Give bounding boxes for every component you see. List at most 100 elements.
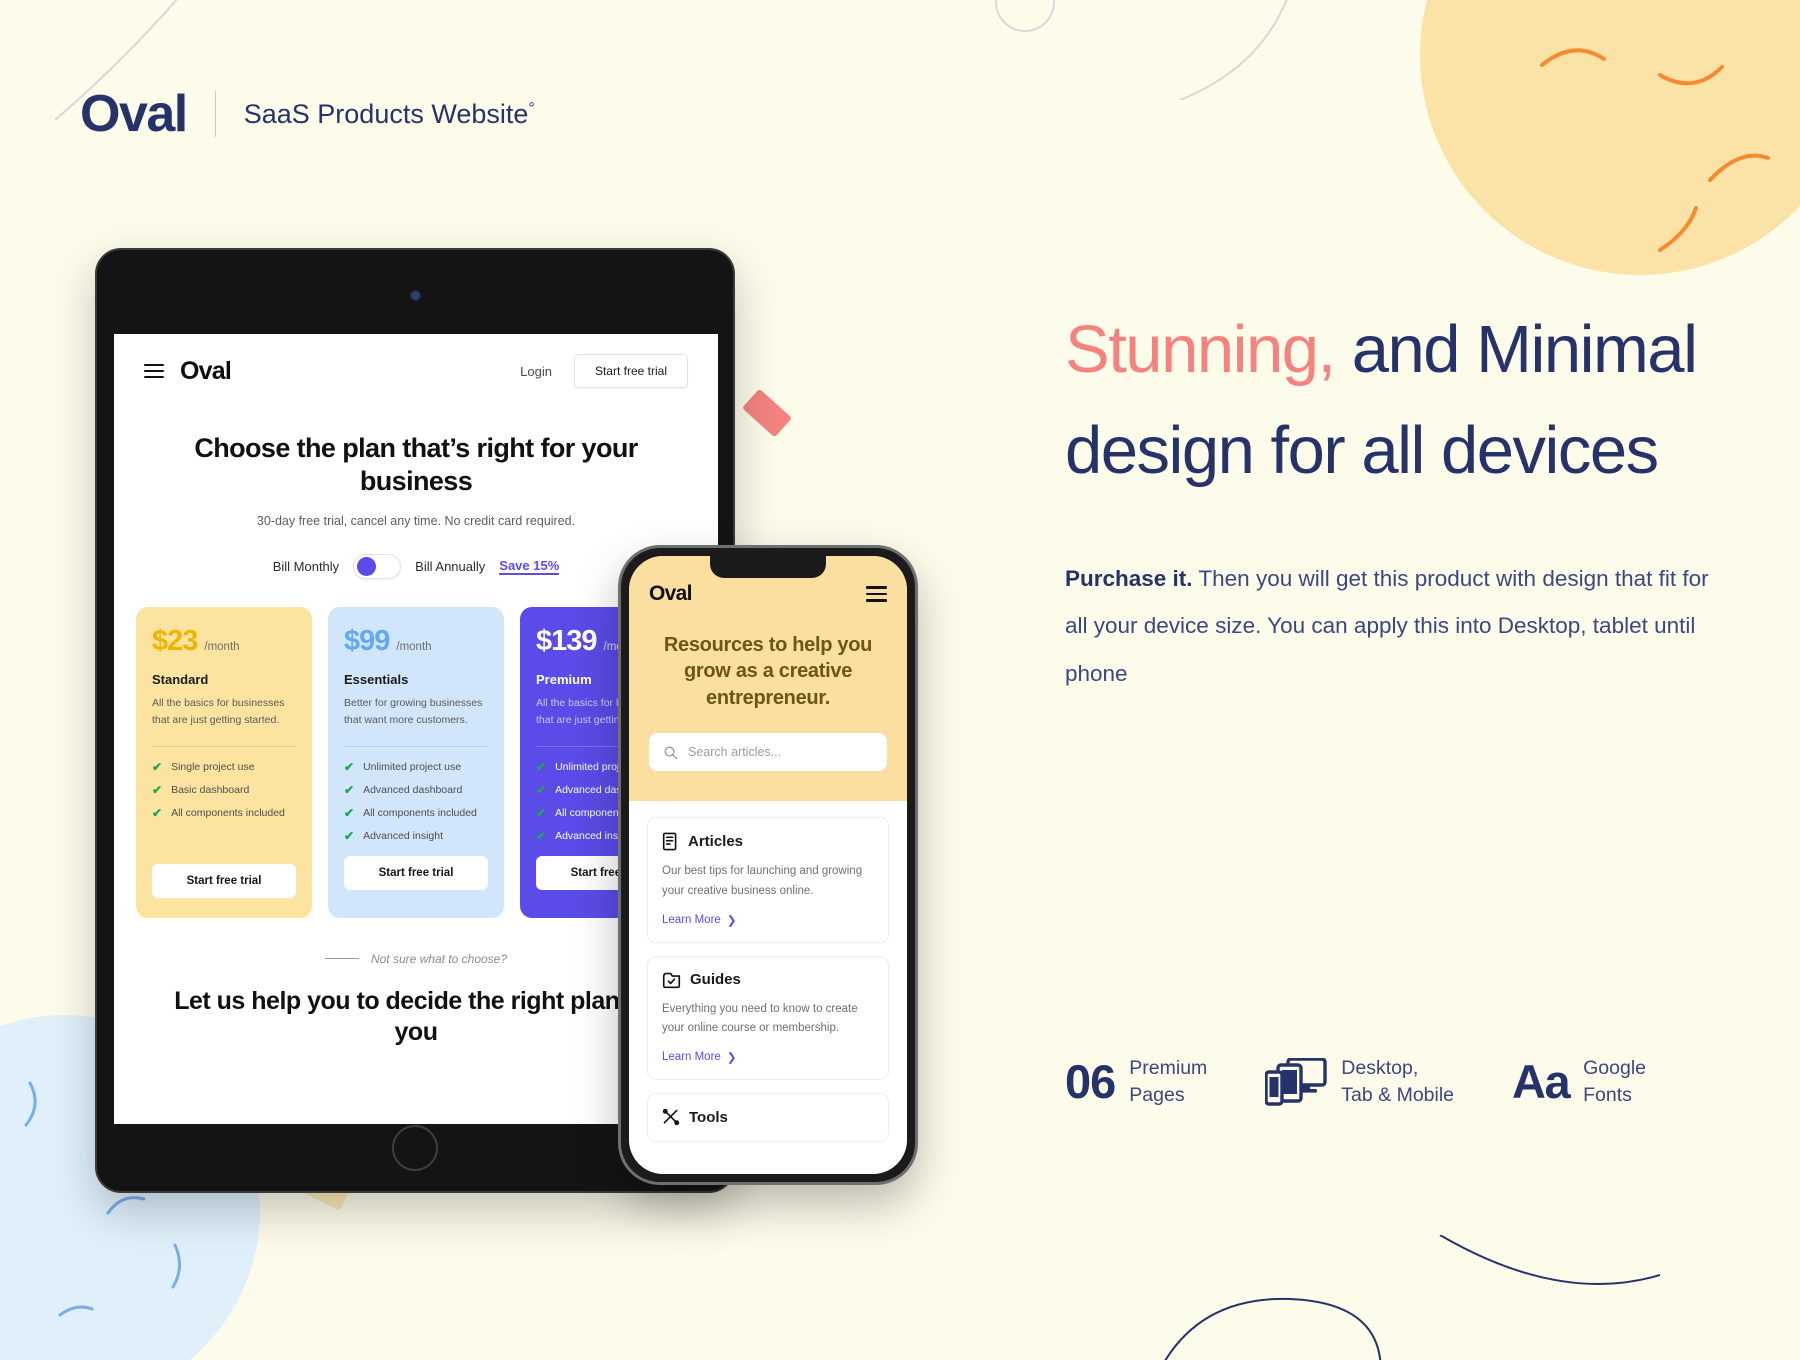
plan-feature: ✔ All components included — [152, 807, 296, 819]
card-title: Tools — [689, 1108, 728, 1126]
chevron-right-icon: ❯ — [726, 1052, 737, 1065]
plan-feature: ✔ Unlimited project use — [344, 761, 488, 773]
pink-tag-decoration — [741, 388, 793, 438]
tablet-home-button[interactable] — [392, 1125, 438, 1171]
plan-feature-label: Basic dashboard — [171, 783, 250, 796]
plan-feature-label: Advanced insight — [363, 829, 444, 842]
phone-notch — [710, 556, 826, 578]
hamburger-icon[interactable] — [144, 364, 164, 378]
hamburger-icon[interactable] — [866, 586, 887, 602]
learn-more-link[interactable]: Learn More ❯ — [662, 913, 874, 927]
search-input[interactable]: Search articles... — [649, 733, 887, 772]
brand-tagline: SaaS Products Website° — [244, 99, 535, 130]
body-copy-bold: Purchase it. — [1065, 566, 1193, 591]
yellow-circle-decoration — [1420, 0, 1800, 275]
feature-label-line2: Fonts — [1583, 1083, 1632, 1106]
grey-arc-decoration-2 — [1180, 0, 1288, 100]
bill-annually-label[interactable]: Bill Annually — [415, 559, 485, 574]
plan-price: $139 — [536, 624, 598, 657]
resource-card-articles[interactable]: Articles Our best tips for launching and… — [647, 817, 889, 943]
chevron-right-icon: ❯ — [726, 914, 737, 927]
check-icon: ✔ — [536, 782, 547, 797]
not-sure-eyebrow: Not sure what to choose? — [370, 951, 508, 966]
document-icon — [662, 832, 677, 851]
phone-resource-list: Articles Our best tips for launching and… — [629, 801, 907, 1143]
card-description: Everything you need to know to create yo… — [662, 1002, 858, 1035]
feature-label-line2: Tab & Mobile — [1341, 1083, 1455, 1106]
divider — [344, 745, 488, 747]
resource-card-guides[interactable]: Guides Everything you need to know to cr… — [647, 955, 889, 1081]
card-head: Tools — [662, 1108, 874, 1126]
feature-label-line1: Desktop, — [1341, 1057, 1419, 1079]
plan-cta-button[interactable]: Start free trial — [152, 863, 296, 898]
plan-feature-label: Unlimited project use — [363, 760, 462, 773]
feature-label: Premium Pages — [1129, 1055, 1207, 1109]
resource-card-tools[interactable]: Tools — [647, 1093, 889, 1143]
feature-premium-pages: 06 Premium Pages — [1065, 1055, 1207, 1109]
right-content-column: Stunning, and Minimal design for all dev… — [1065, 300, 1725, 697]
plan-feature: ✔ Basic dashboard — [152, 784, 296, 796]
phone-hero: Oval Resources to help you grow as a cre… — [629, 556, 907, 802]
card-title: Guides — [690, 971, 741, 989]
phone-navbar: Oval — [649, 582, 887, 606]
pricing-card-essentials[interactable]: $99 /month Essentials Better for growing… — [328, 606, 504, 918]
body-copy: Purchase it. Then you will get this prod… — [1065, 555, 1725, 697]
check-icon: ✔ — [536, 805, 547, 820]
check-icon: ✔ — [344, 828, 355, 843]
card-head: Guides — [662, 971, 874, 989]
plan-name: Standard — [152, 671, 209, 687]
plan-cta-button[interactable]: Start free trial — [344, 855, 488, 890]
plan-description: All the basics for businesses that are j… — [152, 696, 285, 727]
phone-hero-heading: Resources to help you grow as a creative… — [663, 634, 873, 709]
plan-name: Essentials — [344, 671, 409, 687]
phone-site-logo[interactable]: Oval — [649, 582, 692, 606]
plan-feature-label: Single project use — [171, 760, 255, 773]
tablet-camera-icon — [411, 291, 420, 300]
search-placeholder: Search articles... — [688, 745, 782, 760]
billing-toggle-switch[interactable] — [353, 553, 402, 579]
card-head: Articles — [662, 832, 874, 851]
card-description: Our best tips for launching and growing … — [662, 865, 863, 897]
search-icon — [664, 746, 678, 760]
bill-monthly-label[interactable]: Bill Monthly — [273, 559, 339, 574]
phone-screen: Oval Resources to help you grow as a cre… — [629, 556, 907, 1174]
card-title: Articles — [688, 833, 744, 851]
headline-accent: Stunning, — [1065, 312, 1336, 387]
plan-description: Better for growing businesses that want … — [344, 696, 483, 727]
learn-more-label: Learn More — [662, 1051, 721, 1064]
divider — [152, 745, 296, 747]
check-icon: ✔ — [536, 828, 547, 843]
brand-tagline-text: SaaS Products Website — [243, 98, 529, 129]
poster-canvas: Oval SaaS Products Website° Oval Login S… — [0, 0, 1800, 1360]
feature-label: Desktop, Tab & Mobile — [1341, 1055, 1454, 1109]
plan-feature: ✔ Advanced dashboard — [344, 784, 488, 796]
check-icon: ✔ — [152, 782, 163, 797]
feature-label-line2: Pages — [1129, 1083, 1185, 1106]
feature-label-line1: Google — [1583, 1057, 1647, 1079]
check-icon: ✔ — [344, 759, 355, 774]
plan-feature-label: All components included — [171, 806, 285, 819]
orange-squiggle-decoration — [1540, 48, 1770, 252]
feature-google-fonts: Aa Google Fonts — [1512, 1055, 1646, 1109]
degree-mark-icon: ° — [528, 99, 535, 117]
brand-header: Oval SaaS Products Website° — [80, 88, 535, 140]
feature-devices: Desktop, Tab & Mobile — [1265, 1055, 1454, 1109]
plan-price: $23 — [152, 624, 198, 657]
price-row: $99 /month — [344, 625, 488, 658]
check-icon: ✔ — [344, 805, 355, 820]
feature-highlights: 06 Premium Pages Desktop, Tab & Mobile A… — [1065, 1055, 1646, 1109]
learn-more-link[interactable]: Learn More ❯ — [662, 1050, 874, 1064]
start-free-trial-nav-button[interactable]: Start free trial — [573, 354, 688, 388]
price-row: $23 /month — [152, 625, 296, 658]
plan-feature: ✔ All components included — [344, 807, 488, 819]
login-link[interactable]: Login — [520, 364, 552, 379]
plan-period: /month — [396, 640, 432, 653]
pricing-card-standard[interactable]: $23 /month Standard All the basics for b… — [136, 606, 312, 918]
brand-logo: Oval — [80, 85, 188, 143]
tablet-navbar: Oval Login Start free trial — [114, 334, 718, 388]
pricing-page-subtitle: 30-day free trial, cancel any time. No c… — [256, 513, 576, 528]
grey-circle-outline-decoration — [995, 0, 1055, 32]
phone-mockup: Oval Resources to help you grow as a cre… — [618, 545, 918, 1185]
check-icon: ✔ — [152, 759, 163, 774]
tablet-site-logo[interactable]: Oval — [180, 357, 232, 386]
